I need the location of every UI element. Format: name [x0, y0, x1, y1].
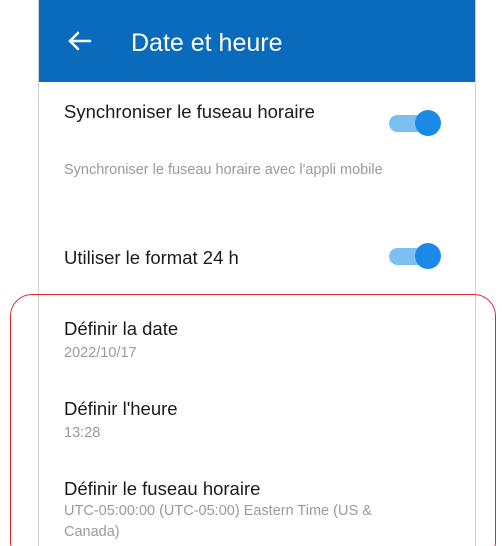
app-header: Date et heure — [39, 0, 475, 82]
back-button[interactable] — [65, 26, 95, 56]
app-screen: Date et heure Synchroniser le fuseau hor… — [38, 0, 476, 546]
set-timezone-value-line2: Canada) — [64, 524, 120, 540]
set-date-value: 2022/10/17 — [64, 345, 137, 361]
page: Date et heure Synchroniser le fuseau hor… — [0, 0, 503, 546]
toggle-knob — [415, 110, 441, 136]
set-timezone-row[interactable]: Définir le fuseau horaire UTC-05:00:00 (… — [39, 472, 477, 546]
toggle-knob — [415, 243, 441, 269]
set-time-row[interactable]: Définir l'heure 13:28 — [39, 392, 477, 452]
format-24h-toggle[interactable] — [389, 243, 441, 269]
set-date-label: Définir la date — [64, 318, 179, 339]
format-24h-label: Utiliser le format 24 h — [64, 247, 239, 268]
set-timezone-value-line1: UTC-05:00:00 (UTC-05:00) Eastern Time (U… — [64, 503, 372, 519]
set-time-value: 13:28 — [64, 425, 101, 441]
set-date-row[interactable]: Définir la date 2022/10/17 — [39, 312, 477, 372]
sync-timezone-toggle[interactable] — [389, 110, 441, 136]
arrow-left-icon — [68, 31, 92, 51]
sync-timezone-label: Synchroniser le fuseau horaire — [64, 101, 315, 122]
set-time-label: Définir l'heure — [64, 398, 178, 419]
set-timezone-label: Définir le fuseau horaire — [64, 478, 261, 499]
page-title: Date et heure — [131, 29, 283, 57]
sync-timezone-description: Synchroniser le fuseau horaire avec l'ap… — [64, 162, 383, 178]
